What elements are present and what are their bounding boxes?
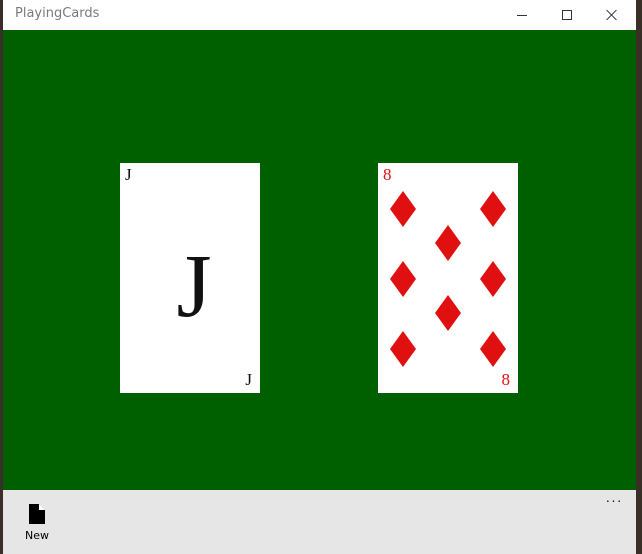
close-button[interactable]: [589, 0, 635, 30]
card-rank-bottom-right: J: [245, 370, 252, 389]
close-icon: [606, 9, 618, 21]
minimize-button[interactable]: [499, 0, 545, 30]
document-icon: [29, 504, 45, 524]
diamond-pip-icon: [390, 331, 416, 367]
new-label: New: [25, 529, 49, 542]
diamond-pip-icon: [480, 191, 506, 227]
diamond-pip-icon: [435, 225, 461, 261]
maximize-button[interactable]: [544, 0, 590, 30]
new-button[interactable]: New: [15, 500, 59, 548]
more-button[interactable]: ···: [599, 492, 629, 512]
command-bar: New ···: [3, 490, 636, 554]
minimize-icon: [517, 14, 527, 16]
diamond-pip-icon: [390, 191, 416, 227]
title-bar: PlayingCards: [3, 0, 636, 30]
card-jack[interactable]: J J J: [120, 163, 260, 393]
card-rank-bottom-right: 8: [501, 370, 511, 389]
card-face-letter: J: [176, 236, 212, 336]
app-window: PlayingCards J J J 8 8 New ···: [3, 0, 636, 554]
more-icon: ···: [605, 492, 623, 508]
window-title: PlayingCards: [15, 6, 100, 21]
card-eight-of-diamonds[interactable]: 8 8: [378, 163, 518, 393]
card-rank-top-left: 8: [383, 165, 392, 184]
maximize-icon: [562, 10, 572, 20]
diamond-pip-icon: [390, 261, 416, 297]
diamond-pip-icon: [480, 331, 506, 367]
diamond-pip-icon: [480, 261, 506, 297]
card-table: J J J 8 8: [3, 30, 636, 490]
diamond-pip-icon: [435, 295, 461, 331]
